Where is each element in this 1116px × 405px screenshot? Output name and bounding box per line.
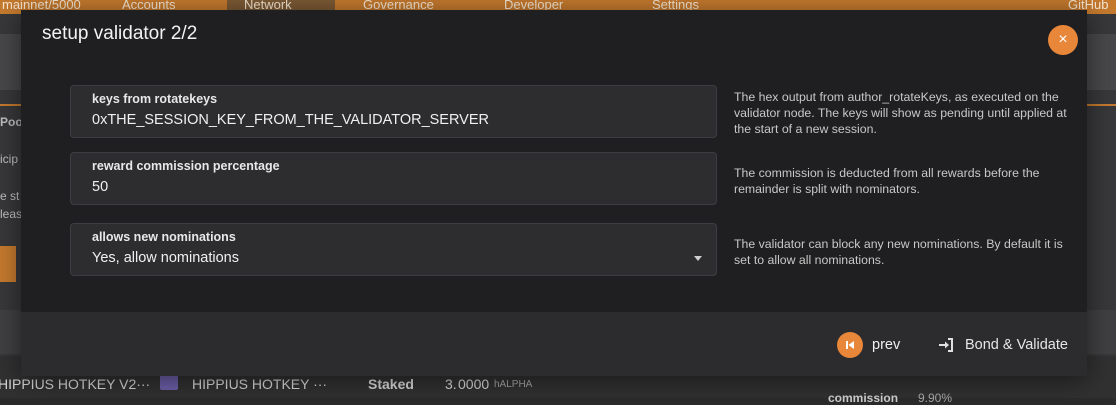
allow-nominations-dropdown[interactable]: allows new nominations Yes, allow nomina… [70, 223, 717, 276]
modal-header: setup validator 2/2 × [21, 10, 1087, 58]
prev-label: prev [872, 337, 901, 353]
identicon-icon [160, 374, 178, 390]
setup-validator-modal: setup validator 2/2 × keys from rotateke… [21, 10, 1087, 376]
bg-row-name: HIPPIUS HOTKEY ··· [192, 376, 328, 392]
commission-help: The commission is deducted from all rewa… [734, 166, 1040, 196]
allow-nominations-label: allows new nominations [92, 230, 236, 244]
commission-label: reward commission percentage [92, 159, 280, 173]
bg-row-amount-frac: 0000 [458, 376, 490, 392]
commission-value[interactable]: 50 [92, 179, 108, 195]
bg-row-name: HIPPIUS HOTKEY V2··· [0, 376, 151, 392]
bg-row-amount-unit: hALPHA [494, 379, 533, 390]
bg-row-status: Staked [368, 376, 414, 392]
bg-button-edge [0, 246, 16, 282]
bg-row-commission-value: 9.90% [918, 391, 953, 405]
modal-title: setup validator 2/2 [42, 23, 198, 44]
close-button[interactable]: × [1048, 25, 1078, 55]
bg-side-text: icip [0, 152, 19, 166]
bg-side-text: e st [0, 189, 20, 203]
session-keys-label: keys from rotatekeys [92, 92, 218, 106]
allow-nominations-value[interactable]: Yes, allow nominations [92, 250, 239, 266]
close-icon: × [1058, 31, 1068, 48]
bg-row-amount-main: 3. [445, 376, 457, 392]
bond-and-validate-label: Bond & Validate [965, 337, 1068, 353]
bond-and-validate-button[interactable]: Bond & Validate [938, 332, 1068, 358]
session-keys-value[interactable]: 0xTHE_SESSION_KEY_FROM_THE_VALIDATOR_SER… [92, 112, 489, 128]
bg-row-commission-label: commission [828, 391, 899, 405]
prev-button[interactable]: prev [837, 332, 900, 358]
chevron-down-icon[interactable] [694, 256, 702, 261]
modal-footer: prev Bond & Validate [21, 312, 1087, 376]
bg-side-text: leas [0, 207, 23, 221]
commission-input[interactable]: reward commission percentage 50 [70, 152, 717, 205]
session-keys-help: The hex output from author_rotateKeys, a… [734, 90, 1067, 136]
session-keys-input[interactable]: keys from rotatekeys 0xTHE_SESSION_KEY_F… [70, 85, 717, 138]
sign-in-icon [938, 337, 954, 353]
modal-body: keys from rotatekeys 0xTHE_SESSION_KEY_F… [21, 58, 1087, 312]
step-backward-icon [837, 332, 863, 358]
allow-nominations-help: The validator can block any new nominati… [734, 237, 1063, 267]
